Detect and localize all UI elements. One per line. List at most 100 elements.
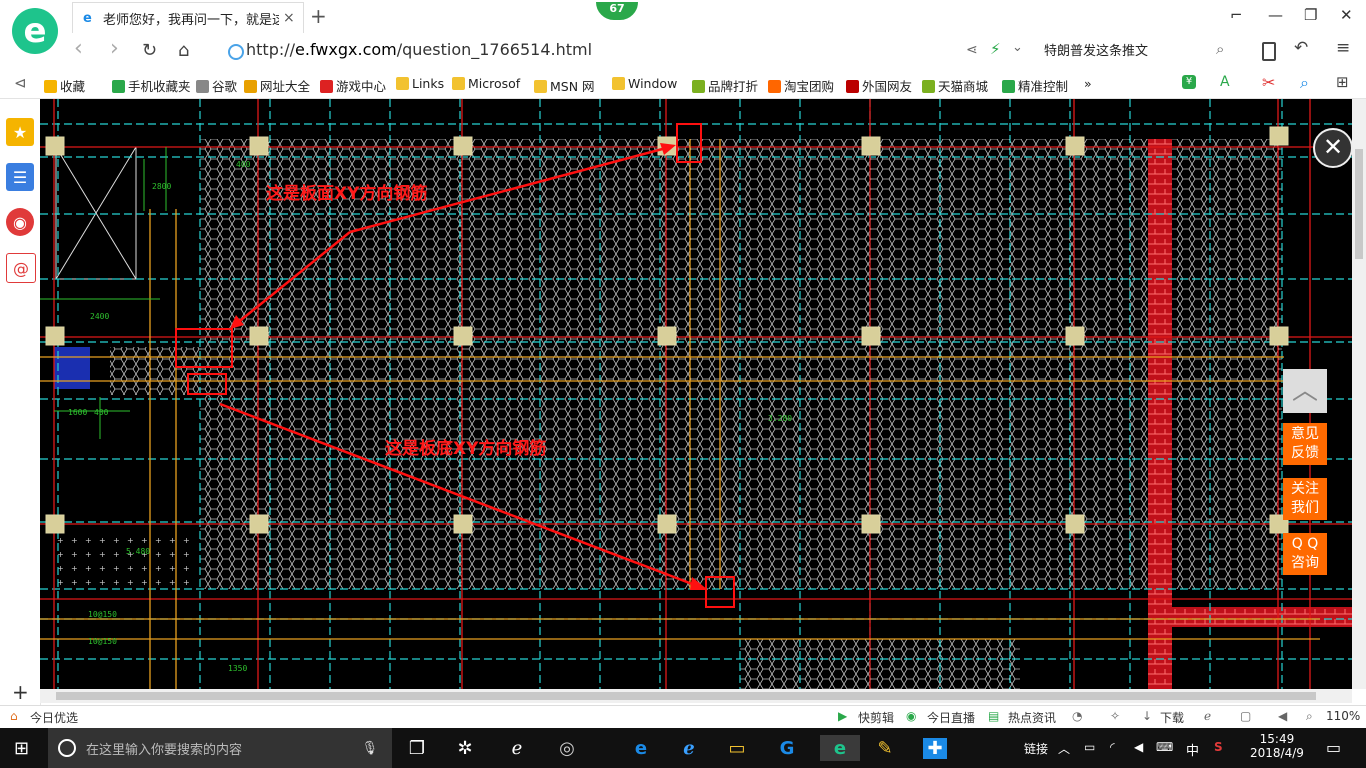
bookmark-item[interactable]: 网址大全: [244, 76, 310, 95]
ime-indicator[interactable]: 中: [1186, 740, 1199, 759]
search-icon[interactable]: ⌕: [1216, 40, 1224, 58]
bookmark-item[interactable]: Window: [612, 76, 677, 91]
bookmark-item[interactable]: 外国网友: [846, 76, 912, 95]
file-explorer-icon[interactable]: ▭: [722, 735, 752, 761]
vertical-scroll-thumb[interactable]: [1355, 149, 1363, 259]
shield-icon[interactable]: ¥: [1182, 75, 1196, 89]
taskbar-search-input[interactable]: 在这里输入你要搜索的内容 🎙: [48, 728, 392, 768]
search-input[interactable]: 特朗普发这条推文: [1044, 36, 1240, 62]
bookmark-item[interactable]: Links: [396, 76, 444, 91]
status-today-picks[interactable]: 今日优选: [30, 709, 78, 726]
back-button[interactable]: ‹: [74, 36, 83, 61]
volume-icon[interactable]: ◀: [1278, 709, 1287, 723]
tray-link-label[interactable]: 链接: [1024, 740, 1048, 757]
tab-active[interactable]: e 老师您好，我再问一下，就是这些 ×: [72, 2, 304, 33]
sidebar-toggle-icon[interactable]: ⊲: [14, 74, 27, 92]
maximize-button[interactable]: ❐: [1304, 6, 1317, 24]
screenshot-icon[interactable]: ✂: [1262, 73, 1275, 92]
edge-browser-icon[interactable]: e: [626, 735, 656, 761]
spiral-app-icon[interactable]: ◎: [552, 735, 582, 761]
translate-icon[interactable]: A: [1220, 74, 1230, 90]
microphone-icon[interactable]: 🎙: [361, 741, 378, 756]
tab-close-icon[interactable]: ×: [283, 10, 295, 26]
remote-app-icon[interactable]: ✚: [920, 735, 950, 761]
sogou-icon[interactable]: S: [1214, 740, 1223, 754]
qq-consult-button[interactable]: Q Q 咨询: [1283, 533, 1327, 575]
status-item-download[interactable]: 下载: [1160, 709, 1184, 726]
ie-mode-icon[interactable]: ℯ: [1204, 709, 1211, 723]
bookmark-item[interactable]: 精准控制: [1002, 76, 1068, 95]
edge-legacy-icon[interactable]: ℯ: [502, 735, 532, 761]
url-domain: e.fwxgx.com: [295, 40, 397, 59]
ie-browser-icon[interactable]: ℯ: [674, 735, 704, 761]
bookmark-item[interactable]: 淘宝团购: [768, 76, 834, 95]
new-tab-button[interactable]: +: [310, 4, 327, 28]
follow-us-button[interactable]: 关注 我们: [1283, 478, 1327, 520]
task-view-icon[interactable]: ❐: [402, 735, 432, 761]
window-icon[interactable]: ▢: [1240, 709, 1251, 723]
horizontal-scrollbar[interactable]: [40, 689, 1352, 703]
bookmark-item[interactable]: 游戏中心: [320, 76, 386, 95]
bookmark-item[interactable]: 手机收藏夹: [112, 76, 191, 95]
notepad-icon[interactable]: ✎: [870, 735, 900, 761]
tools-icon[interactable]: ✧: [1110, 709, 1120, 723]
mobile-icon[interactable]: [1262, 42, 1276, 61]
zoom-level[interactable]: 110%: [1326, 709, 1360, 723]
minimize-button[interactable]: —: [1268, 6, 1283, 24]
news-list-icon[interactable]: ☰: [6, 163, 34, 191]
tray-expand-icon[interactable]: ︿: [1058, 740, 1070, 757]
home-button[interactable]: ⌂: [178, 40, 189, 61]
status-item-clip[interactable]: 快剪辑: [858, 709, 894, 726]
clock[interactable]: 15:49 2018/4/9: [1250, 732, 1304, 760]
weibo-icon[interactable]: ◉: [6, 208, 34, 236]
speed-dial-icon[interactable]: ◔: [1072, 709, 1082, 723]
bookmark-item[interactable]: 收藏: [44, 76, 85, 95]
site-info-icon[interactable]: [228, 44, 244, 60]
feedback-button[interactable]: 意见 反馈: [1283, 423, 1327, 465]
horizontal-scroll-thumb[interactable]: [56, 692, 1316, 700]
gift-icon[interactable]: ⌂: [10, 709, 18, 723]
status-item-news[interactable]: 热点资讯: [1008, 709, 1056, 726]
bookmark-item[interactable]: 品牌打折: [692, 76, 758, 95]
refresh-button[interactable]: ↻: [142, 40, 157, 61]
windows-start-icon[interactable]: ⊞: [14, 738, 29, 759]
magnifier-icon[interactable]: ⌕: [1300, 73, 1309, 93]
apps-grid-icon[interactable]: ⊞: [1336, 73, 1349, 91]
follow-label-1: 关注: [1291, 481, 1319, 497]
favorites-star-icon[interactable]: ★: [6, 118, 34, 146]
volume-tray-icon[interactable]: ◀: [1134, 740, 1143, 754]
address-input[interactable]: http://e.fwxgx.com/question_1766514.html: [246, 40, 592, 59]
cad-drawing-svg: +: [40, 99, 1352, 689]
bookmark-item[interactable]: Microsof: [452, 76, 520, 91]
browser-360-active-icon[interactable]: e: [820, 735, 860, 761]
forward-button[interactable]: ›: [110, 36, 119, 61]
notification-center-icon[interactable]: ▭: [1326, 738, 1341, 757]
undo-icon[interactable]: ↶: [1294, 38, 1308, 58]
bookmark-label: 外国网友: [862, 79, 913, 94]
keyboard-icon[interactable]: ⌨: [1156, 740, 1173, 754]
browser-logo-icon[interactable]: e: [12, 8, 58, 54]
news-icon: ▤: [988, 709, 1000, 723]
bookmark-item[interactable]: 谷歌: [196, 76, 237, 95]
wifi-icon[interactable]: ◜: [1110, 740, 1115, 754]
bookmark-item[interactable]: 天猫商城: [922, 76, 988, 95]
bookmarks-more-icon[interactable]: »: [1084, 76, 1092, 91]
close-overlay-button[interactable]: ✕: [1313, 128, 1353, 168]
close-window-button[interactable]: ✕: [1340, 6, 1353, 24]
vertical-scrollbar[interactable]: [1352, 99, 1366, 689]
pinwheel-app-icon[interactable]: ✲: [450, 735, 480, 761]
pin-icon[interactable]: ⌐: [1230, 6, 1243, 24]
dropdown-icon[interactable]: ⌄: [1012, 40, 1023, 55]
bookmark-item[interactable]: MSN 网: [534, 76, 595, 95]
back-to-top-button[interactable]: ︿: [1283, 369, 1327, 413]
menu-icon[interactable]: ≡: [1336, 38, 1350, 58]
speed-icon[interactable]: ⚡: [990, 40, 1001, 58]
status-item-live[interactable]: 今日直播: [927, 709, 975, 726]
sidebar-add-button[interactable]: +: [12, 680, 29, 704]
email-icon[interactable]: @: [6, 253, 36, 283]
share-icon[interactable]: ⋖: [966, 42, 978, 58]
battery-icon[interactable]: ▭: [1084, 740, 1095, 754]
dim-label: 2800: [152, 182, 171, 191]
g-app-icon[interactable]: G: [772, 735, 802, 761]
feedback-label-1: 意见: [1291, 426, 1319, 442]
